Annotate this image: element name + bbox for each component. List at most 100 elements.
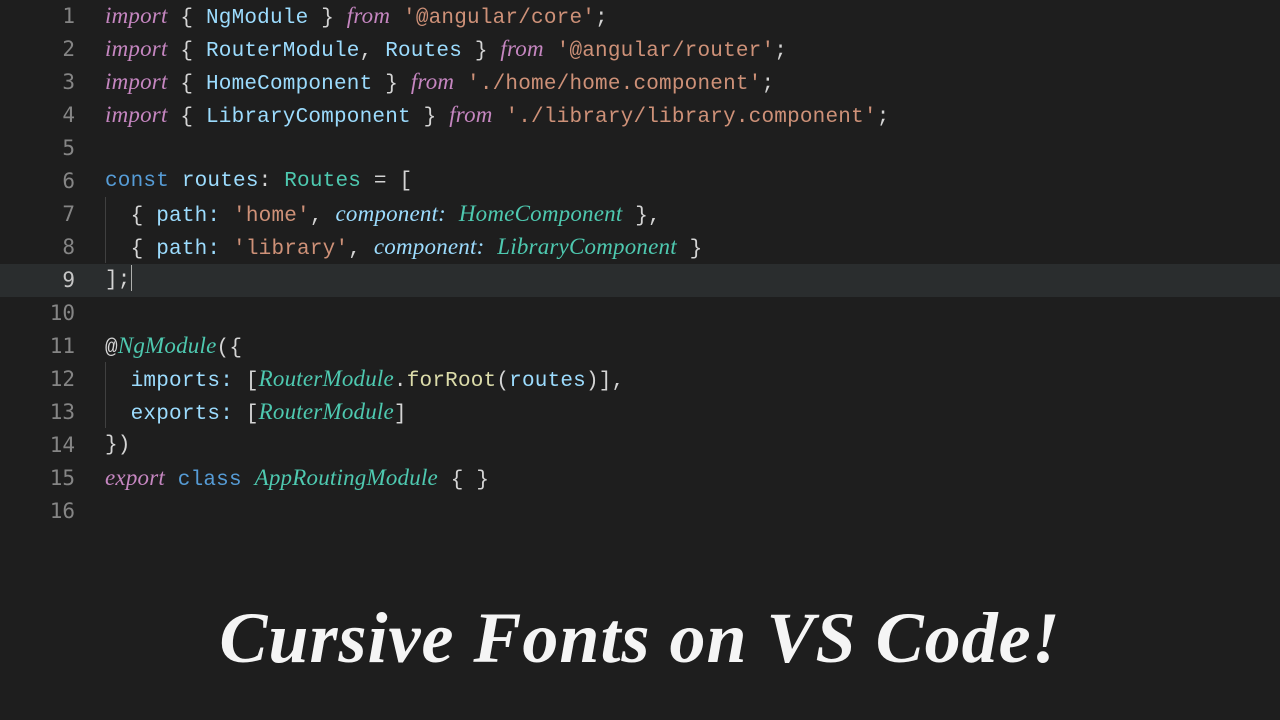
- token: [168, 73, 181, 96]
- line-number: 15: [0, 462, 105, 495]
- token: path:: [156, 238, 220, 261]
- token: const: [105, 170, 169, 193]
- code-content[interactable]: import { LibraryComponent } from './libr…: [105, 98, 890, 134]
- code-content[interactable]: imports: [RouterModule.forRoot(routes)],: [105, 362, 624, 398]
- token: [168, 40, 181, 63]
- code-line[interactable]: 11@NgModule({: [0, 330, 1280, 363]
- code-line[interactable]: 10: [0, 297, 1280, 330]
- token: [544, 40, 557, 63]
- token: Routes: [385, 40, 462, 63]
- token: LibraryComponent: [206, 106, 411, 129]
- token: ;: [761, 73, 774, 96]
- token: HomeComponent: [459, 201, 623, 226]
- code-line[interactable]: 2import { RouterModule, Routes } from '@…: [0, 33, 1280, 66]
- token: ;: [595, 7, 608, 30]
- token: [484, 238, 497, 261]
- code-line[interactable]: 15export class AppRoutingModule { }: [0, 462, 1280, 495]
- token: 'home': [233, 205, 310, 228]
- code-line[interactable]: 7 { path: 'home', component: HomeCompone…: [0, 198, 1280, 231]
- code-line[interactable]: 4import { LibraryComponent } from './lib…: [0, 99, 1280, 132]
- token: [220, 238, 233, 261]
- token: RouterModule: [259, 399, 394, 424]
- token: LibraryComponent: [497, 234, 677, 259]
- line-number: 3: [0, 66, 105, 99]
- token: ];: [105, 269, 131, 292]
- code-line[interactable]: 12 imports: [RouterModule.forRoot(routes…: [0, 363, 1280, 396]
- token: class: [178, 469, 242, 492]
- token: './library/library.component': [505, 106, 876, 129]
- token: from: [347, 3, 390, 28]
- token: @: [105, 337, 118, 360]
- token: ;: [877, 106, 890, 129]
- token: [105, 238, 131, 261]
- token: exports:: [131, 403, 233, 426]
- token: { }: [451, 469, 489, 492]
- token: [438, 469, 451, 492]
- token: [: [246, 370, 259, 393]
- code-line[interactable]: 6const routes: Routes = [: [0, 165, 1280, 198]
- code-content[interactable]: exports: [RouterModule]: [105, 395, 407, 431]
- token: RouterModule: [206, 40, 360, 63]
- code-content[interactable]: { path: 'home', component: HomeComponent…: [105, 197, 661, 233]
- code-content[interactable]: @NgModule({: [105, 329, 242, 365]
- line-number: 10: [0, 297, 105, 330]
- token: import: [105, 3, 168, 28]
- token: Routes: [284, 170, 361, 193]
- token: [446, 205, 459, 228]
- line-number: 1: [0, 0, 105, 33]
- token: 'library': [233, 238, 348, 261]
- token: ;: [774, 40, 787, 63]
- line-number: 16: [0, 495, 105, 528]
- code-line[interactable]: 8 { path: 'library', component: LibraryC…: [0, 231, 1280, 264]
- token: AppRoutingModule: [255, 465, 438, 490]
- token: .: [394, 370, 407, 393]
- token: {: [180, 106, 206, 129]
- token: './home/home.component': [467, 73, 761, 96]
- line-number: 4: [0, 99, 105, 132]
- token: [677, 238, 690, 261]
- token: [242, 469, 255, 492]
- token: [105, 403, 131, 426]
- token: }: [308, 7, 346, 30]
- code-editor[interactable]: 1import { NgModule } from '@angular/core…: [0, 0, 1280, 720]
- token: [168, 106, 181, 129]
- line-number: 12: [0, 363, 105, 396]
- code-content[interactable]: }): [105, 429, 131, 462]
- token: ,: [310, 205, 336, 228]
- code-content[interactable]: { path: 'library', component: LibraryCom…: [105, 230, 702, 266]
- token: [390, 7, 403, 30]
- code-line[interactable]: 5: [0, 132, 1280, 165]
- token: },: [635, 205, 661, 228]
- line-number: 11: [0, 330, 105, 363]
- code-line[interactable]: 3import { HomeComponent } from './home/h…: [0, 66, 1280, 99]
- banner-text: Cursive Fonts on VS Code!: [0, 579, 1280, 720]
- token: [220, 205, 233, 228]
- code-content[interactable]: const routes: Routes = [: [105, 165, 412, 198]
- token: import: [105, 69, 168, 94]
- code-line[interactable]: 1import { NgModule } from '@angular/core…: [0, 0, 1280, 33]
- token: [622, 205, 635, 228]
- token: component:: [374, 234, 485, 259]
- code-line[interactable]: 9];: [0, 264, 1280, 297]
- code-content[interactable]: ];: [105, 264, 132, 297]
- token: (: [496, 370, 509, 393]
- code-line[interactable]: 14}): [0, 429, 1280, 462]
- code-line[interactable]: 16: [0, 495, 1280, 528]
- text-cursor: [131, 265, 132, 291]
- token: {: [180, 40, 206, 63]
- token: ({: [217, 337, 243, 360]
- token: NgModule: [118, 333, 217, 358]
- token: forRoot: [407, 370, 497, 393]
- code-content[interactable]: import { HomeComponent } from './home/ho…: [105, 65, 774, 101]
- code-line[interactable]: 13 exports: [RouterModule]: [0, 396, 1280, 429]
- token: path:: [156, 205, 220, 228]
- token: }: [372, 73, 410, 96]
- code-content[interactable]: import { RouterModule, Routes } from '@a…: [105, 32, 787, 68]
- line-number: 8: [0, 231, 105, 264]
- token: import: [105, 36, 168, 61]
- code-content[interactable]: import { NgModule } from '@angular/core'…: [105, 0, 608, 35]
- token: [168, 7, 181, 30]
- code-content[interactable]: export class AppRoutingModule { }: [105, 461, 489, 497]
- line-number: 7: [0, 198, 105, 231]
- line-number: 14: [0, 429, 105, 462]
